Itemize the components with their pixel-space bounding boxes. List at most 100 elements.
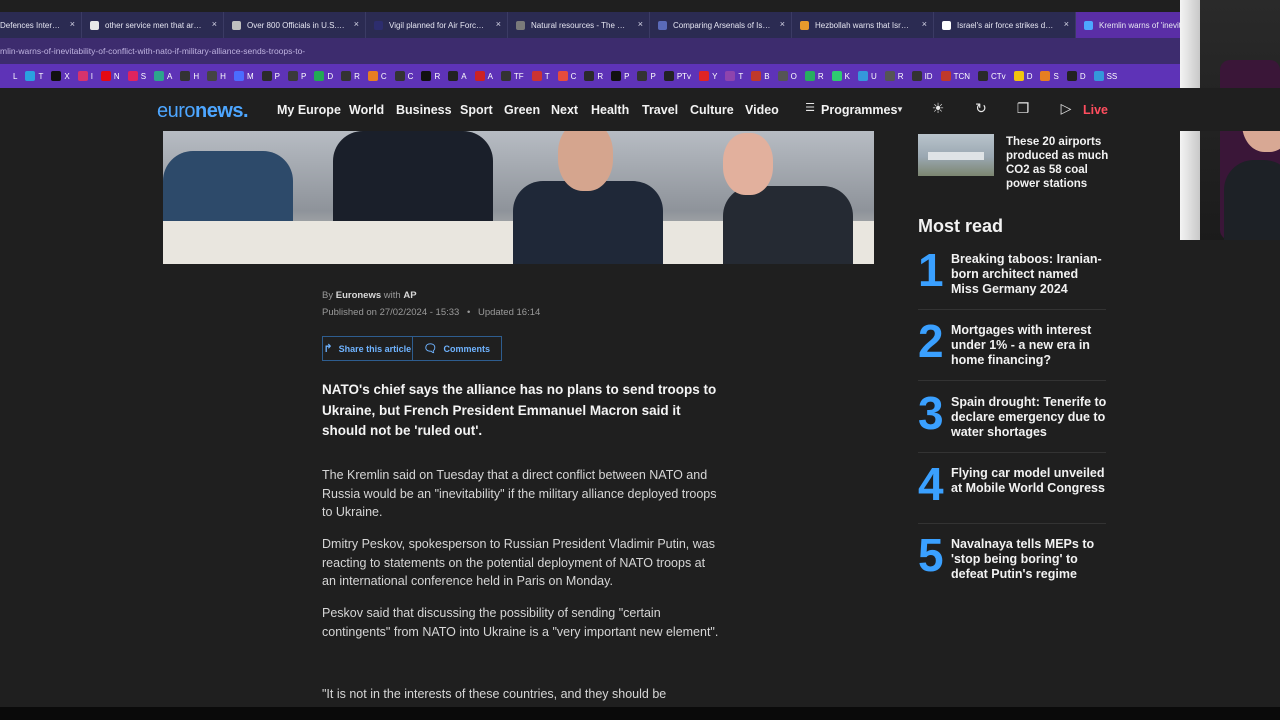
bookmark-favicon-icon <box>831 71 842 81</box>
bookmark-item[interactable]: R <box>804 71 824 81</box>
bookmark-label: P <box>300 71 307 81</box>
bookmark-favicon-icon <box>911 71 922 81</box>
tab-close-icon[interactable]: × <box>354 19 359 29</box>
weather-icon[interactable]: ☀ <box>930 100 946 116</box>
tab-close-icon[interactable]: × <box>780 19 785 29</box>
browser-tab[interactable]: other service men that are al × <box>82 12 224 38</box>
chevron-down-icon[interactable]: ▼ <box>892 102 908 118</box>
most-read-title[interactable]: Spain drought: Tenerife to declare emerg… <box>951 395 1109 440</box>
url-text[interactable]: mlin-warns-of-inevitability-of-conflict-… <box>0 46 305 56</box>
logo-light-part: euro <box>157 100 196 122</box>
bookmark-item[interactable]: T <box>25 71 43 81</box>
nav-my-europe[interactable]: My Europe <box>277 103 341 117</box>
share-button[interactable]: ↱ Share this article <box>323 337 412 360</box>
bookmark-item[interactable]: R <box>421 71 440 81</box>
bookmark-label: T <box>738 71 744 81</box>
nav-health[interactable]: Health <box>591 103 629 117</box>
tab-close-icon[interactable]: × <box>638 19 643 29</box>
browser-tab[interactable]: Hezbollah warns that Israel w × <box>792 12 934 38</box>
browser-tab[interactable]: Israel's air force strikes deep × <box>934 12 1076 38</box>
most-read-title[interactable]: Flying car model unveiled at Mobile Worl… <box>951 466 1109 496</box>
bookmark-item[interactable]: D <box>1013 71 1032 81</box>
list-icon[interactable]: ☰ <box>802 100 818 116</box>
bookmark-item[interactable]: S <box>127 71 147 81</box>
bookmark-item[interactable]: L <box>0 71 17 81</box>
browser-tab[interactable]: Kremlin warns of 'inevita× <box>1076 12 1180 38</box>
bookmark-item[interactable]: A <box>448 71 467 81</box>
bookmark-item[interactable]: X <box>51 71 70 81</box>
tab-close-icon[interactable]: × <box>212 19 217 29</box>
nav-green[interactable]: Green <box>504 103 540 117</box>
bookmark-item[interactable]: PTv <box>663 71 691 81</box>
bookmark-favicon-icon <box>531 71 542 81</box>
bookmark-item[interactable]: P <box>261 71 280 81</box>
bookmark-item[interactable]: C <box>367 71 387 81</box>
bookmark-item[interactable]: U <box>858 71 877 81</box>
bookmark-item[interactable]: O <box>777 71 797 81</box>
browser-tab[interactable]: Defences Intercept × <box>0 12 82 38</box>
bookmark-item[interactable]: T <box>725 71 743 81</box>
bookmark-item[interactable]: H <box>180 71 199 81</box>
nav-next[interactable]: Next <box>551 103 578 117</box>
nav-world[interactable]: World <box>349 103 384 117</box>
bookmark-item[interactable]: T <box>531 71 550 81</box>
history-icon[interactable]: ↻ <box>973 100 989 116</box>
bookmark-item[interactable]: TCN <box>940 71 970 81</box>
bookmark-item[interactable]: R <box>341 71 360 81</box>
bookmark-item[interactable]: A <box>154 71 172 81</box>
bookmark-item[interactable]: D <box>1066 71 1086 81</box>
bookmark-item[interactable]: M <box>233 71 254 81</box>
tab-close-icon[interactable]: × <box>1064 19 1069 29</box>
author-link[interactable]: Euronews <box>336 290 381 301</box>
nav-travel[interactable]: Travel <box>642 103 678 117</box>
most-read-title[interactable]: Mortgages with interest under 1% - a new… <box>951 323 1109 368</box>
bookmark-item[interactable]: P <box>287 71 307 81</box>
tab-close-icon[interactable]: × <box>70 19 75 29</box>
bookmark-item[interactable]: B <box>751 71 770 81</box>
bookmark-item[interactable]: R <box>584 71 603 81</box>
tab-close-icon[interactable]: × <box>922 19 927 29</box>
tab-title: Natural resources - The Worl <box>531 20 629 30</box>
bookmark-item[interactable]: D <box>314 71 333 81</box>
bookmark-item[interactable]: TF <box>500 71 524 81</box>
bookmark-item[interactable]: H <box>207 71 226 81</box>
browser-tab[interactable]: Vigil planned for Air Force se × <box>366 12 508 38</box>
browser-tab[interactable]: Comparing Arsenals of Israel × <box>650 12 792 38</box>
nav-programmes[interactable]: Programmes <box>821 103 897 117</box>
bookmark-favicon-icon <box>884 71 895 81</box>
bookmark-item[interactable]: C <box>394 71 413 81</box>
video-player-icon[interactable]: ▷ <box>1058 100 1074 116</box>
agency-link[interactable]: AP <box>403 290 416 301</box>
copy-icon[interactable]: ❐ <box>1015 100 1031 116</box>
nav-sport[interactable]: Sport <box>460 103 493 117</box>
bookmark-item[interactable]: I <box>77 71 93 81</box>
bookmark-item[interactable]: S <box>1040 71 1059 81</box>
bookmark-item[interactable]: Y <box>699 71 717 81</box>
most-read-title[interactable]: Navalnaya tells MEPs to 'stop being bori… <box>951 537 1109 582</box>
tab-close-icon[interactable]: × <box>496 19 501 29</box>
live-link[interactable]: Live <box>1083 103 1108 117</box>
top-story-thumbnail[interactable] <box>918 134 994 176</box>
bookmark-item[interactable]: N <box>100 71 120 81</box>
bookmark-label: S <box>140 71 147 81</box>
bookmark-item[interactable]: A <box>474 71 493 81</box>
browser-tab[interactable]: Natural resources - The Worl × <box>508 12 650 38</box>
bookmark-item[interactable]: CTv <box>978 71 1006 81</box>
bookmark-item[interactable]: P <box>611 71 629 81</box>
bookmark-item[interactable]: K <box>831 71 850 81</box>
bookmark-item[interactable]: SS <box>1093 71 1117 81</box>
bookmark-item[interactable]: C <box>557 71 576 81</box>
nav-culture[interactable]: Culture <box>690 103 734 117</box>
bookmark-item[interactable]: P <box>637 71 656 81</box>
bookmark-item[interactable]: R <box>884 71 904 81</box>
top-story-title[interactable]: These 20 airports produced as much CO2 a… <box>1006 135 1116 191</box>
nav-video[interactable]: Video <box>745 103 779 117</box>
address-bar[interactable]: mlin-warns-of-inevitability-of-conflict-… <box>0 38 1180 64</box>
euronews-logo[interactable]: euronews. <box>157 100 249 123</box>
bookmark-item[interactable]: ID <box>911 71 933 81</box>
taskbar-edge <box>0 707 1280 720</box>
browser-tab[interactable]: Over 800 Officials in U.S. and × <box>224 12 366 38</box>
comments-button[interactable]: 🗨 Comments <box>411 337 502 360</box>
most-read-title[interactable]: Breaking taboos: Iranian-born architect … <box>951 252 1109 297</box>
nav-business[interactable]: Business <box>396 103 452 117</box>
